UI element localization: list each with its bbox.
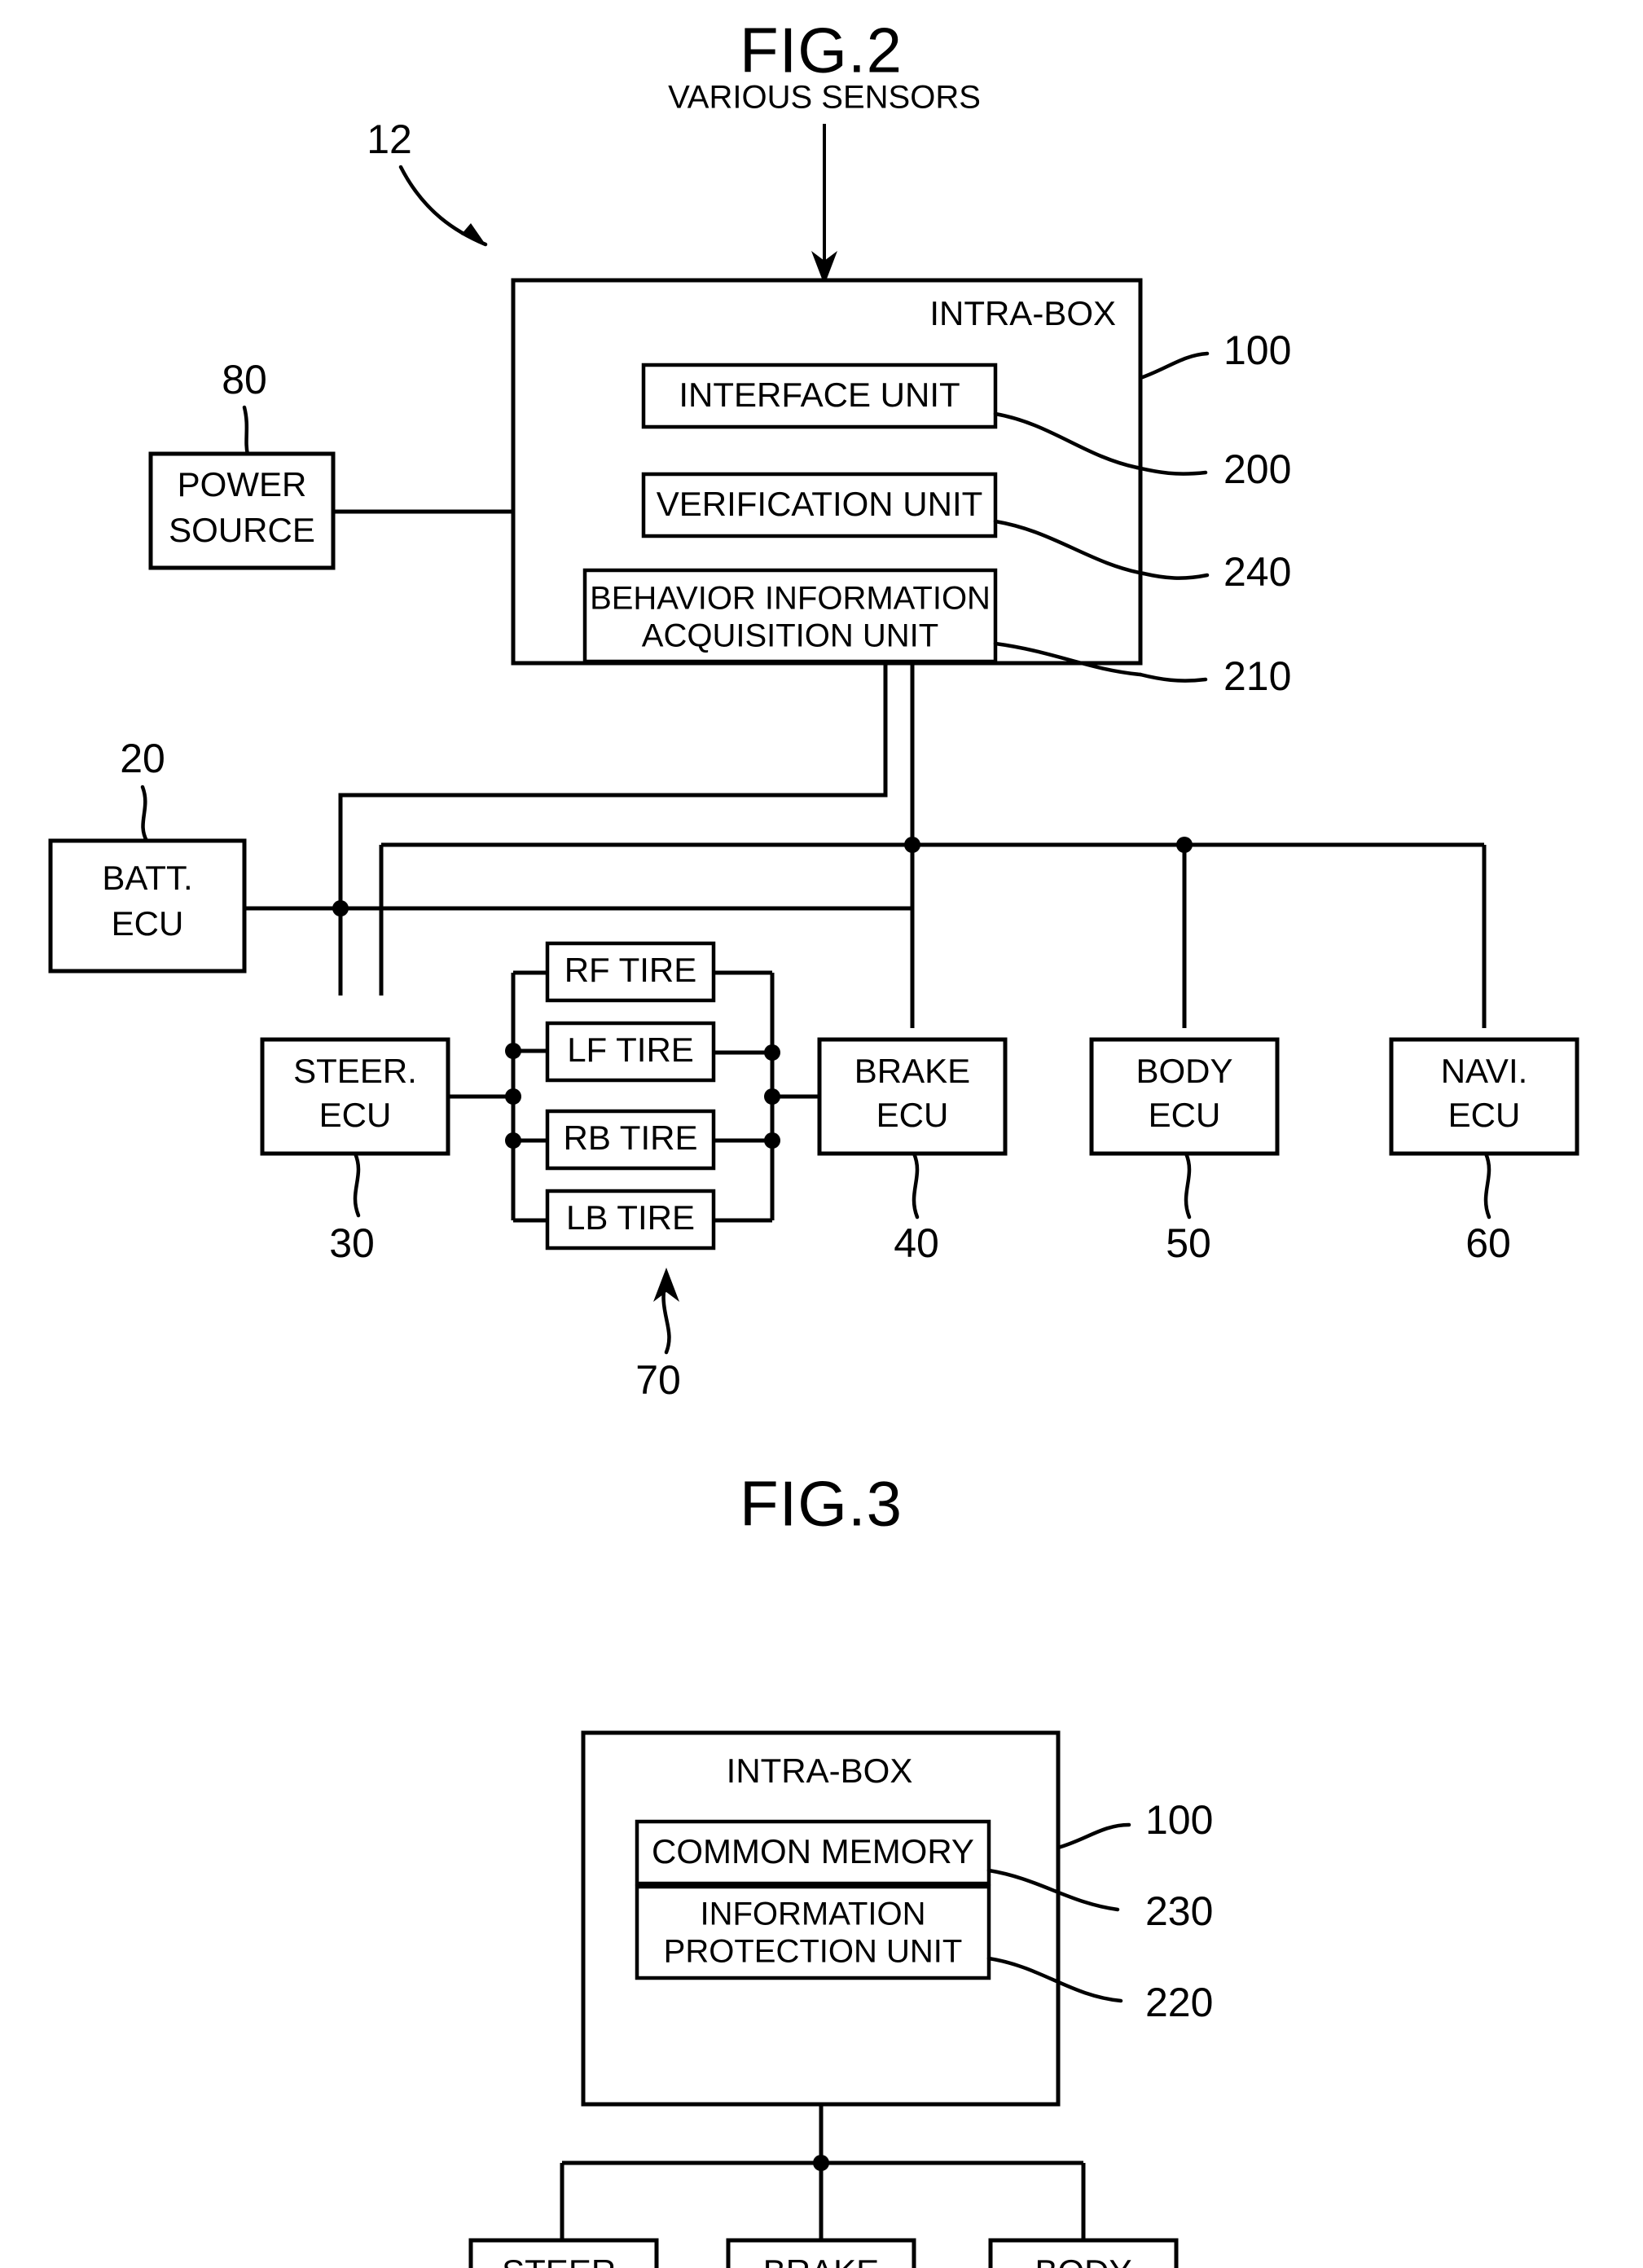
information-protection-unit-label-line2: PROTECTION UNIT (664, 1934, 963, 1970)
batt-ecu-ref: 20 (120, 736, 165, 781)
bus-junction-batt (332, 900, 349, 916)
steer-ecu-ref: 30 (329, 1220, 375, 1266)
body-ecu-ref-leader (1184, 1151, 1192, 1220)
figure-3: FIG.3 INTRA-BOX 100 COMMON MEMORY 230 IN… (468, 1468, 1213, 2268)
fig2-intra-box-label: INTRA-BOX (929, 294, 1116, 332)
fig3-steer-ecu-label-line1: STEER. (502, 2253, 626, 2268)
fig2-system-ref-arrowhead (461, 223, 485, 244)
figure-2: FIG.2 12 VARIOUS SENSORS INTRA-BOX 100 I… (48, 15, 1579, 1403)
verification-unit-label: VERIFICATION UNIT (657, 485, 983, 523)
behavior-info-acquisition-unit-label-line2: ACQUISITION UNIT (642, 618, 938, 654)
brake-ecu-ref: 40 (894, 1220, 939, 1266)
power-source-ref-leader (242, 405, 250, 457)
behavior-unit-ref-leader-tail (1138, 672, 1208, 683)
tire-out-dot-lf (764, 1044, 780, 1061)
interface-unit-ref-leader-tail (1135, 465, 1208, 476)
tire-group-ref-arrowhead (653, 1268, 679, 1302)
fig3-title: FIG.3 (740, 1468, 903, 1540)
navi-ecu-label-line1: NAVI. (1441, 1052, 1528, 1090)
information-protection-unit-label-line1: INFORMATION (700, 1897, 925, 1932)
fig3-intra-box-ref-leader (1056, 1822, 1131, 1850)
interface-unit-label: INTERFACE UNIT (679, 376, 960, 414)
patent-figure-sheet: FIG.2 12 VARIOUS SENSORS INTRA-BOX 100 I… (0, 0, 1643, 2268)
navi-ecu-label-line2: ECU (1448, 1096, 1521, 1134)
body-ecu-label-line2: ECU (1149, 1096, 1221, 1134)
steer-ecu-label-line2: ECU (319, 1096, 392, 1134)
fig2-system-ref: 12 (367, 116, 412, 162)
brake-ecu-label-line1: BRAKE (854, 1052, 970, 1090)
batt-ecu-ref-leader (140, 785, 149, 843)
lb-tire-label: LB TIRE (566, 1198, 695, 1237)
tire-out-dot-trunk (764, 1088, 780, 1105)
power-source-label-line2: SOURCE (169, 511, 315, 549)
brake-ecu-label-line2: ECU (876, 1096, 949, 1134)
brake-ecu-ref-leader (912, 1151, 920, 1220)
verification-unit-ref: 240 (1223, 549, 1291, 595)
interface-unit-ref: 200 (1223, 446, 1291, 492)
fig3-brake-ecu-label-line1: BRAKE (763, 2253, 879, 2268)
rf-tire-label: RF TIRE (565, 951, 697, 989)
behavior-info-acquisition-unit-label-line1: BEHAVIOR INFORMATION (590, 581, 991, 617)
tire-out-dot-rb (764, 1132, 780, 1149)
fig3-intra-box-ref: 100 (1145, 1797, 1213, 1843)
tire-group-ref: 70 (635, 1357, 681, 1403)
rb-tire-label: RB TIRE (564, 1119, 698, 1157)
navi-ecu-ref: 60 (1465, 1220, 1511, 1266)
fig3-body-ecu-label-line1: BODY (1035, 2253, 1131, 2268)
steer-ecu-ref-leader (353, 1151, 361, 1218)
batt-ecu-label-line1: BATT. (102, 859, 192, 897)
body-ecu-ref: 50 (1166, 1220, 1211, 1266)
behavior-info-acquisition-unit-ref: 210 (1223, 653, 1291, 699)
fig2-intra-box-ref: 100 (1223, 327, 1291, 373)
fig2-title: FIG.2 (740, 15, 903, 86)
batt-ecu-label-line2: ECU (112, 904, 184, 943)
fig3-intra-box-label: INTRA-BOX (727, 1752, 913, 1790)
body-ecu-label-line1: BODY (1136, 1052, 1232, 1090)
steer-tire-dot-lf (505, 1043, 521, 1059)
various-sensors-label: VARIOUS SENSORS (668, 80, 981, 116)
verification-unit-ref-leader-tail (1141, 571, 1210, 580)
common-memory-label: COMMON MEMORY (652, 1832, 974, 1870)
navi-ecu-ref-leader (1483, 1151, 1491, 1220)
steer-tire-dot-trunk (505, 1088, 521, 1105)
bus-junction-center (904, 837, 920, 853)
lf-tire-label: LF TIRE (567, 1031, 694, 1069)
information-protection-unit-ref: 220 (1145, 1980, 1213, 2025)
power-source-label-line1: POWER (178, 465, 307, 503)
steer-ecu-label-line1: STEER. (293, 1052, 417, 1090)
steer-tire-dot-rb (505, 1132, 521, 1149)
common-memory-ref: 230 (1145, 1888, 1213, 1934)
fig2-intra-box-ref-leader (1138, 351, 1210, 380)
power-source-ref: 80 (222, 357, 267, 402)
